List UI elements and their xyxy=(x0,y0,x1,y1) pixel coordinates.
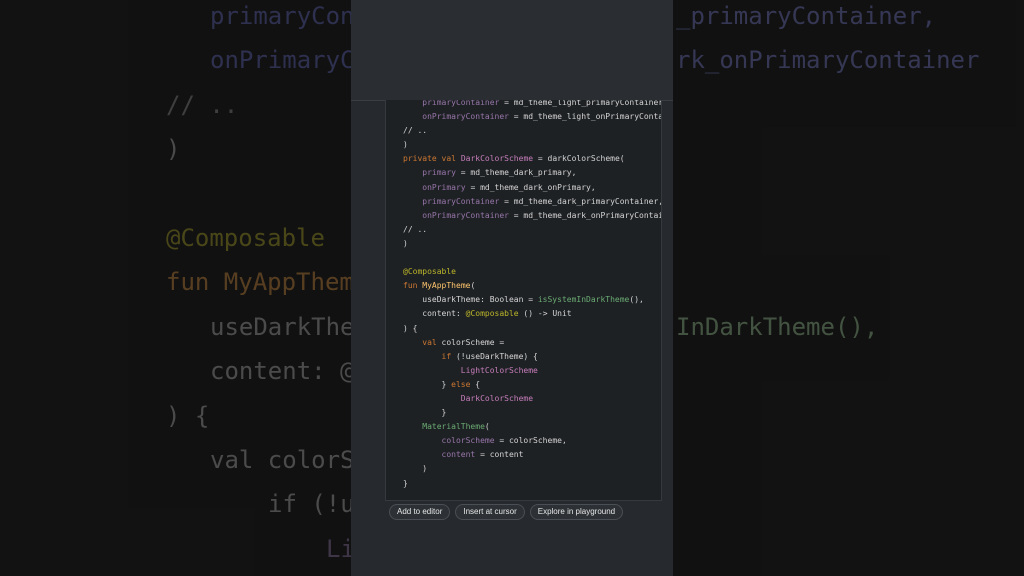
code-line: private val DarkColorScheme = darkColorS… xyxy=(403,154,625,164)
code-line: onPrimaryContainer = md_theme_light_onPr… xyxy=(422,112,662,122)
video-frame: primaryContainer = md_theme_light_primar… xyxy=(351,0,673,576)
code-line: content: @Composable () -> Unit xyxy=(403,309,572,319)
code-line: MaterialTheme( xyxy=(422,422,490,432)
code-line: ) xyxy=(403,464,428,474)
code-line: ) xyxy=(403,140,408,150)
explore-in-playground-button[interactable]: Explore in playground xyxy=(529,504,624,520)
code-line: // .. xyxy=(403,126,428,136)
code-line: primary = md_theme_dark_primary, xyxy=(422,168,577,178)
code-line: } else { xyxy=(403,379,481,389)
code-line: content = content xyxy=(441,450,524,460)
code-line: colorScheme = colorScheme, xyxy=(441,436,567,446)
code-snippet-card: primaryContainer = md_theme_light_primar… xyxy=(385,100,662,501)
code-block[interactable]: primaryContainer = md_theme_light_primar… xyxy=(403,100,662,491)
code-line: ) { xyxy=(403,323,418,333)
code-line: // .. xyxy=(403,224,428,234)
top-panel xyxy=(351,0,673,101)
code-line: primaryContainer = md_theme_dark_primary… xyxy=(422,196,662,206)
insert-at-cursor-button[interactable]: Insert at cursor xyxy=(455,504,525,520)
code-line: if (!useDarkTheme) { xyxy=(441,351,538,361)
code-line: fun MyAppTheme( xyxy=(403,281,476,291)
code-line: } xyxy=(403,478,408,488)
code-line: DarkColorScheme xyxy=(460,393,534,403)
code-line: primaryContainer = md_theme_light_primar… xyxy=(422,100,662,107)
code-line: @Composable xyxy=(403,267,456,277)
code-line: LightColorScheme xyxy=(460,365,538,375)
code-line: val colorScheme = xyxy=(422,337,505,347)
code-line: ) xyxy=(403,238,408,248)
code-line: onPrimaryContainer = md_theme_dark_onPri… xyxy=(422,210,661,220)
snippet-actions: Add to editor Insert at cursor Explore i… xyxy=(389,504,624,520)
code-line: useDarkTheme: Boolean = isSystemInDarkTh… xyxy=(403,295,644,305)
add-to-editor-button[interactable]: Add to editor xyxy=(389,504,451,520)
code-line: onPrimary = md_theme_dark_onPrimary, xyxy=(422,182,596,192)
code-line: } xyxy=(403,408,447,418)
